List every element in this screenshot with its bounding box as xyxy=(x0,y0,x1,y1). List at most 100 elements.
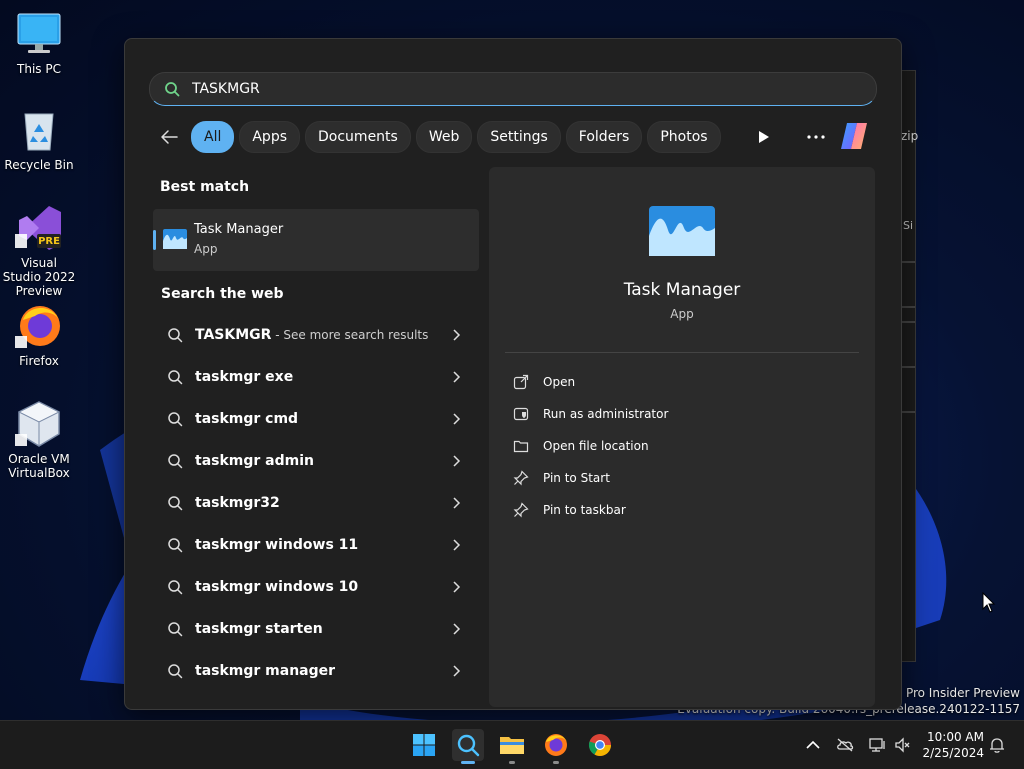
chevron-right-icon xyxy=(453,413,461,425)
best-match-type: App xyxy=(194,242,218,256)
preview-pane: Task Manager App Open Run as administrat… xyxy=(489,167,875,707)
notification-bell-icon[interactable] xyxy=(988,736,1006,754)
more-options-icon[interactable] xyxy=(805,127,827,147)
search-icon xyxy=(165,82,180,97)
volume-muted-icon[interactable] xyxy=(894,736,912,754)
taskbar: 10:00 AM 2/25/2024 xyxy=(0,720,1024,769)
divider xyxy=(901,306,915,308)
desktop-icon-this-pc[interactable]: This PC xyxy=(1,10,77,76)
monitor-icon xyxy=(15,10,63,58)
pin-icon xyxy=(513,470,529,486)
chevron-up-icon[interactable] xyxy=(804,736,822,754)
action-label: Run as administrator xyxy=(543,407,669,421)
search-box[interactable] xyxy=(149,72,877,106)
action-label: Open file location xyxy=(543,439,649,453)
web-result-text: taskmgr32 xyxy=(195,495,280,511)
chevron-right-icon xyxy=(453,581,461,593)
search-icon xyxy=(168,496,183,511)
web-result-text: taskmgr windows 11 xyxy=(195,537,359,553)
back-button[interactable] xyxy=(155,123,183,151)
action-pin-to-start[interactable]: Pin to Start xyxy=(513,462,668,494)
taskbar-search-button[interactable] xyxy=(452,729,484,764)
taskbar-firefox[interactable] xyxy=(540,729,572,764)
search-icon xyxy=(168,412,183,427)
play-icon[interactable] xyxy=(753,127,773,147)
divider xyxy=(901,411,915,413)
desktop-icon-label: This PC xyxy=(17,62,61,76)
filter-bar: All Apps Documents Web Settings Folders … xyxy=(155,121,726,153)
back-arrow-icon xyxy=(161,130,178,144)
filter-settings[interactable]: Settings xyxy=(477,121,561,153)
web-result[interactable]: taskmgr32 xyxy=(153,482,479,524)
filter-photos[interactable]: Photos xyxy=(647,121,721,153)
action-label: Pin to Start xyxy=(543,471,610,485)
chevron-right-icon xyxy=(453,623,461,635)
search-icon xyxy=(168,370,183,385)
web-result[interactable]: taskmgr starten xyxy=(153,608,479,650)
running-indicator xyxy=(553,761,559,764)
clock-date: 2/25/2024 xyxy=(922,746,984,760)
chevron-right-icon xyxy=(453,497,461,509)
action-label: Open xyxy=(543,375,576,389)
chevron-right-icon xyxy=(453,539,461,551)
search-icon xyxy=(168,664,183,679)
web-result-text: taskmgr exe xyxy=(195,369,294,385)
background-window-text: Si xyxy=(903,219,914,232)
pre-badge: PRE xyxy=(38,236,60,247)
firefox-icon xyxy=(15,302,63,350)
web-result[interactable]: taskmgr windows 10 xyxy=(153,566,479,608)
web-results-list: TASKMGR - See more search results taskmg… xyxy=(153,314,479,692)
copilot-icon[interactable] xyxy=(837,121,871,151)
search-icon xyxy=(457,734,480,757)
desktop-icon-recycle-bin[interactable]: Recycle Bin xyxy=(1,106,77,172)
taskbar-chrome[interactable] xyxy=(584,729,616,761)
active-indicator xyxy=(461,761,475,764)
filter-web[interactable]: Web xyxy=(415,121,473,153)
start-button[interactable] xyxy=(408,729,440,761)
recycle-bin-icon xyxy=(15,106,63,154)
desktop-icon-label: Firefox xyxy=(19,354,59,368)
mouse-cursor-icon xyxy=(982,592,996,613)
action-pin-to-taskbar[interactable]: Pin to taskbar xyxy=(513,494,668,526)
running-indicator xyxy=(509,761,515,764)
filter-apps[interactable]: Apps xyxy=(239,121,301,153)
search-icon xyxy=(168,622,183,637)
selection-indicator xyxy=(153,230,156,250)
desktop-icon-firefox[interactable]: Firefox xyxy=(1,302,77,368)
divider xyxy=(901,366,915,368)
folder-icon xyxy=(513,440,529,453)
web-result[interactable]: taskmgr cmd xyxy=(153,398,479,440)
chevron-right-icon xyxy=(453,455,461,467)
action-run-as-admin[interactable]: Run as administrator xyxy=(513,398,668,430)
file-explorer-icon xyxy=(500,737,524,754)
action-open-file-location[interactable]: Open file location xyxy=(513,430,668,462)
filter-folders[interactable]: Folders xyxy=(565,121,643,153)
web-result[interactable]: taskmgr windows 11 xyxy=(153,524,479,566)
filter-documents[interactable]: Documents xyxy=(305,121,411,153)
windows-logo-icon xyxy=(413,734,435,756)
web-result-text: taskmgr cmd xyxy=(195,411,299,427)
best-match-item[interactable]: Task Manager App xyxy=(153,209,479,271)
task-manager-icon xyxy=(163,229,187,249)
system-clock[interactable]: 10:00 AM 2/25/2024 xyxy=(918,729,984,761)
network-icon[interactable] xyxy=(868,736,886,754)
search-icon xyxy=(168,580,183,595)
filter-all[interactable]: All xyxy=(191,121,235,153)
action-open[interactable]: Open xyxy=(513,366,668,398)
best-match-label: Best match xyxy=(160,179,250,195)
chrome-icon xyxy=(588,734,611,756)
web-result[interactable]: taskmgr admin xyxy=(153,440,479,482)
search-icon xyxy=(168,454,183,469)
web-result[interactable]: taskmgr exe xyxy=(153,356,479,398)
desktop-icon-label: Visual Studio 2022 Preview xyxy=(2,256,76,298)
taskbar-file-explorer[interactable] xyxy=(496,729,528,764)
desktop-icon-visual-studio[interactable]: PRE Visual Studio 2022 Preview xyxy=(1,204,77,298)
chevron-right-icon xyxy=(453,329,461,341)
web-result-see-more[interactable]: TASKMGR - See more search results xyxy=(153,314,479,356)
desktop-icon-virtualbox[interactable]: Oracle VM VirtualBox xyxy=(1,400,77,480)
onedrive-offline-icon[interactable] xyxy=(836,736,854,754)
search-input[interactable] xyxy=(190,80,834,98)
web-result-text: taskmgr manager xyxy=(195,663,336,679)
web-result[interactable]: taskmgr manager xyxy=(153,650,479,692)
preview-app-type: App xyxy=(670,307,694,321)
